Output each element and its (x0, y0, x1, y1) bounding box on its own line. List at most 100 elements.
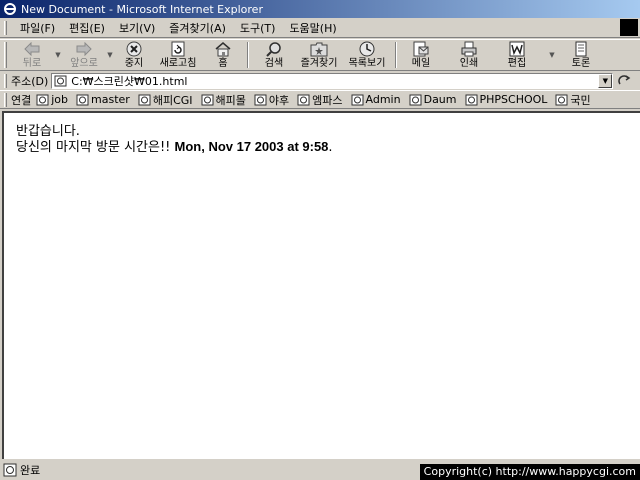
favorites-label: 즐겨찾기 (300, 58, 338, 69)
ie-page-icon (201, 94, 214, 105)
stop-icon (126, 41, 142, 57)
last-visit-time: Mon, Nov 17 2003 at 9:58 (174, 139, 329, 154)
refresh-button[interactable]: 새로고침 (153, 40, 203, 70)
link-label: Admin (365, 93, 401, 106)
standard-toolbar: 뒤로 ▼ 앞으로 ▼ 중지 새로고침 홈 검색 즐겨찾기 목록보기 메일 인쇄 (0, 39, 640, 71)
refresh-label: 새로고침 (159, 58, 197, 69)
home-label: 홈 (218, 58, 228, 69)
address-dropdown-icon[interactable]: ▼ (598, 74, 613, 88)
menu-help[interactable]: 도움말(H) (282, 20, 343, 36)
edit-button[interactable]: 편집 (491, 40, 543, 70)
stop-label: 중지 (124, 58, 144, 69)
address-grip[interactable] (4, 74, 7, 88)
home-button[interactable]: 홈 (203, 40, 243, 70)
back-dropdown-icon[interactable]: ▼ (53, 40, 63, 70)
address-url[interactable]: C:₩스크린샷₩01.html (71, 73, 598, 89)
last-visit-period: . (328, 140, 333, 155)
last-visit-line: 당신의 마지막 방문 시간은!! Mon, Nov 17 2003 at 9:5… (16, 139, 333, 155)
edit-dropdown-icon[interactable]: ▼ (543, 40, 561, 70)
link-daum[interactable]: Daum (409, 93, 457, 106)
link-yahoo[interactable]: 야후 (254, 92, 289, 108)
print-label: 인쇄 (459, 58, 479, 69)
discuss-label: 토론 (571, 58, 591, 69)
favorites-button[interactable]: 즐겨찾기 (295, 40, 343, 70)
toolbar-grip[interactable] (4, 42, 7, 68)
link-label: 국민 (570, 93, 591, 107)
link-kookmin[interactable]: 국민 (555, 92, 591, 108)
window-title: New Document - Microsoft Internet Explor… (21, 2, 263, 16)
link-happymall[interactable]: 해피몰 (201, 92, 246, 108)
history-icon (359, 41, 375, 57)
print-icon (461, 41, 477, 57)
menu-edit[interactable]: 편집(E) (62, 20, 112, 36)
greeting-text: 반갑습니다. (16, 124, 80, 139)
edit-label: 편집 (507, 58, 527, 69)
go-arrow-icon[interactable] (617, 74, 631, 88)
link-label: 야후 (268, 93, 290, 107)
address-label: 주소(D) (11, 75, 49, 88)
ie-page-icon (138, 94, 151, 105)
title-bar: New Document - Microsoft Internet Explor… (0, 0, 640, 18)
page-icon (54, 75, 67, 87)
ie-page-icon (555, 94, 568, 105)
forward-dropdown-icon[interactable]: ▼ (105, 40, 115, 70)
windows-throbber-icon (620, 19, 638, 36)
link-label: Daum (423, 93, 457, 106)
ie-page-icon (409, 94, 422, 105)
link-label: 해피CGI (152, 93, 193, 107)
toolbar-separator (395, 42, 397, 68)
links-label: 연결 (11, 93, 32, 107)
forward-button[interactable]: 앞으로 (63, 40, 105, 70)
search-icon (266, 42, 281, 57)
home-icon (215, 42, 231, 57)
ie-page-icon (36, 94, 49, 105)
history-button[interactable]: 목록보기 (343, 40, 391, 70)
mail-label: 메일 (411, 58, 431, 69)
link-phpschool[interactable]: PHPSCHOOL (465, 93, 547, 106)
search-button[interactable]: 검색 (253, 40, 295, 70)
menu-favorites[interactable]: 즐겨찾기(A) (162, 20, 233, 36)
ie-logo-icon (4, 3, 16, 15)
menu-view[interactable]: 보기(V) (112, 20, 162, 36)
back-button[interactable]: 뒤로 (11, 40, 53, 70)
link-empas[interactable]: 엠파스 (297, 92, 343, 108)
discuss-button[interactable]: 토론 (561, 40, 601, 70)
last-visit-label: 당신의 마지막 방문 시간은!! (16, 140, 175, 155)
discuss-icon (575, 41, 587, 57)
history-label: 목록보기 (348, 58, 386, 69)
forward-arrow-icon (76, 42, 92, 56)
link-master[interactable]: master (76, 93, 130, 106)
link-label: 엠파스 (312, 93, 343, 107)
back-label: 뒤로 (22, 58, 42, 69)
link-label: 해피몰 (215, 93, 246, 107)
link-label: job (51, 93, 69, 106)
ie-page-icon (297, 94, 310, 105)
menu-bar: 파일(F) 편집(E) 보기(V) 즐겨찾기(A) 도구(T) 도움말(H) (0, 18, 640, 38)
toolbar-separator (247, 42, 249, 68)
page-text: 반갑습니다. 당신의 마지막 방문 시간은!! Mon, Nov 17 2003… (16, 124, 333, 155)
links-grip[interactable] (4, 92, 7, 107)
link-job[interactable]: job (36, 93, 68, 106)
status-text: 완료 (20, 464, 41, 477)
back-arrow-icon (24, 42, 40, 56)
address-bar: 주소(D) C:₩스크린샷₩01.html ▼ (0, 72, 640, 90)
refresh-icon (171, 41, 185, 57)
link-happycgi[interactable]: 해피CGI (138, 92, 193, 108)
forward-label: 앞으로 (70, 58, 98, 69)
menu-file[interactable]: 파일(F) (13, 20, 62, 36)
search-label: 검색 (264, 58, 284, 69)
menu-tools[interactable]: 도구(T) (233, 20, 283, 36)
mail-button[interactable]: 메일 (401, 40, 441, 70)
menu-grip[interactable] (4, 20, 7, 35)
stop-button[interactable]: 중지 (115, 40, 153, 70)
link-admin[interactable]: Admin (351, 93, 401, 106)
print-button[interactable]: 인쇄 (447, 40, 491, 70)
ie-page-icon (465, 94, 477, 105)
address-input[interactable]: C:₩스크린샷₩01.html ▼ (51, 73, 614, 89)
ie-page-icon (76, 94, 89, 105)
ie-page-icon (254, 94, 267, 105)
link-label: master (91, 93, 130, 106)
word-edit-icon (509, 41, 525, 57)
page-content: 반갑습니다. 당신의 마지막 방문 시간은!! Mon, Nov 17 2003… (2, 111, 640, 459)
ie-page-icon (351, 94, 364, 105)
